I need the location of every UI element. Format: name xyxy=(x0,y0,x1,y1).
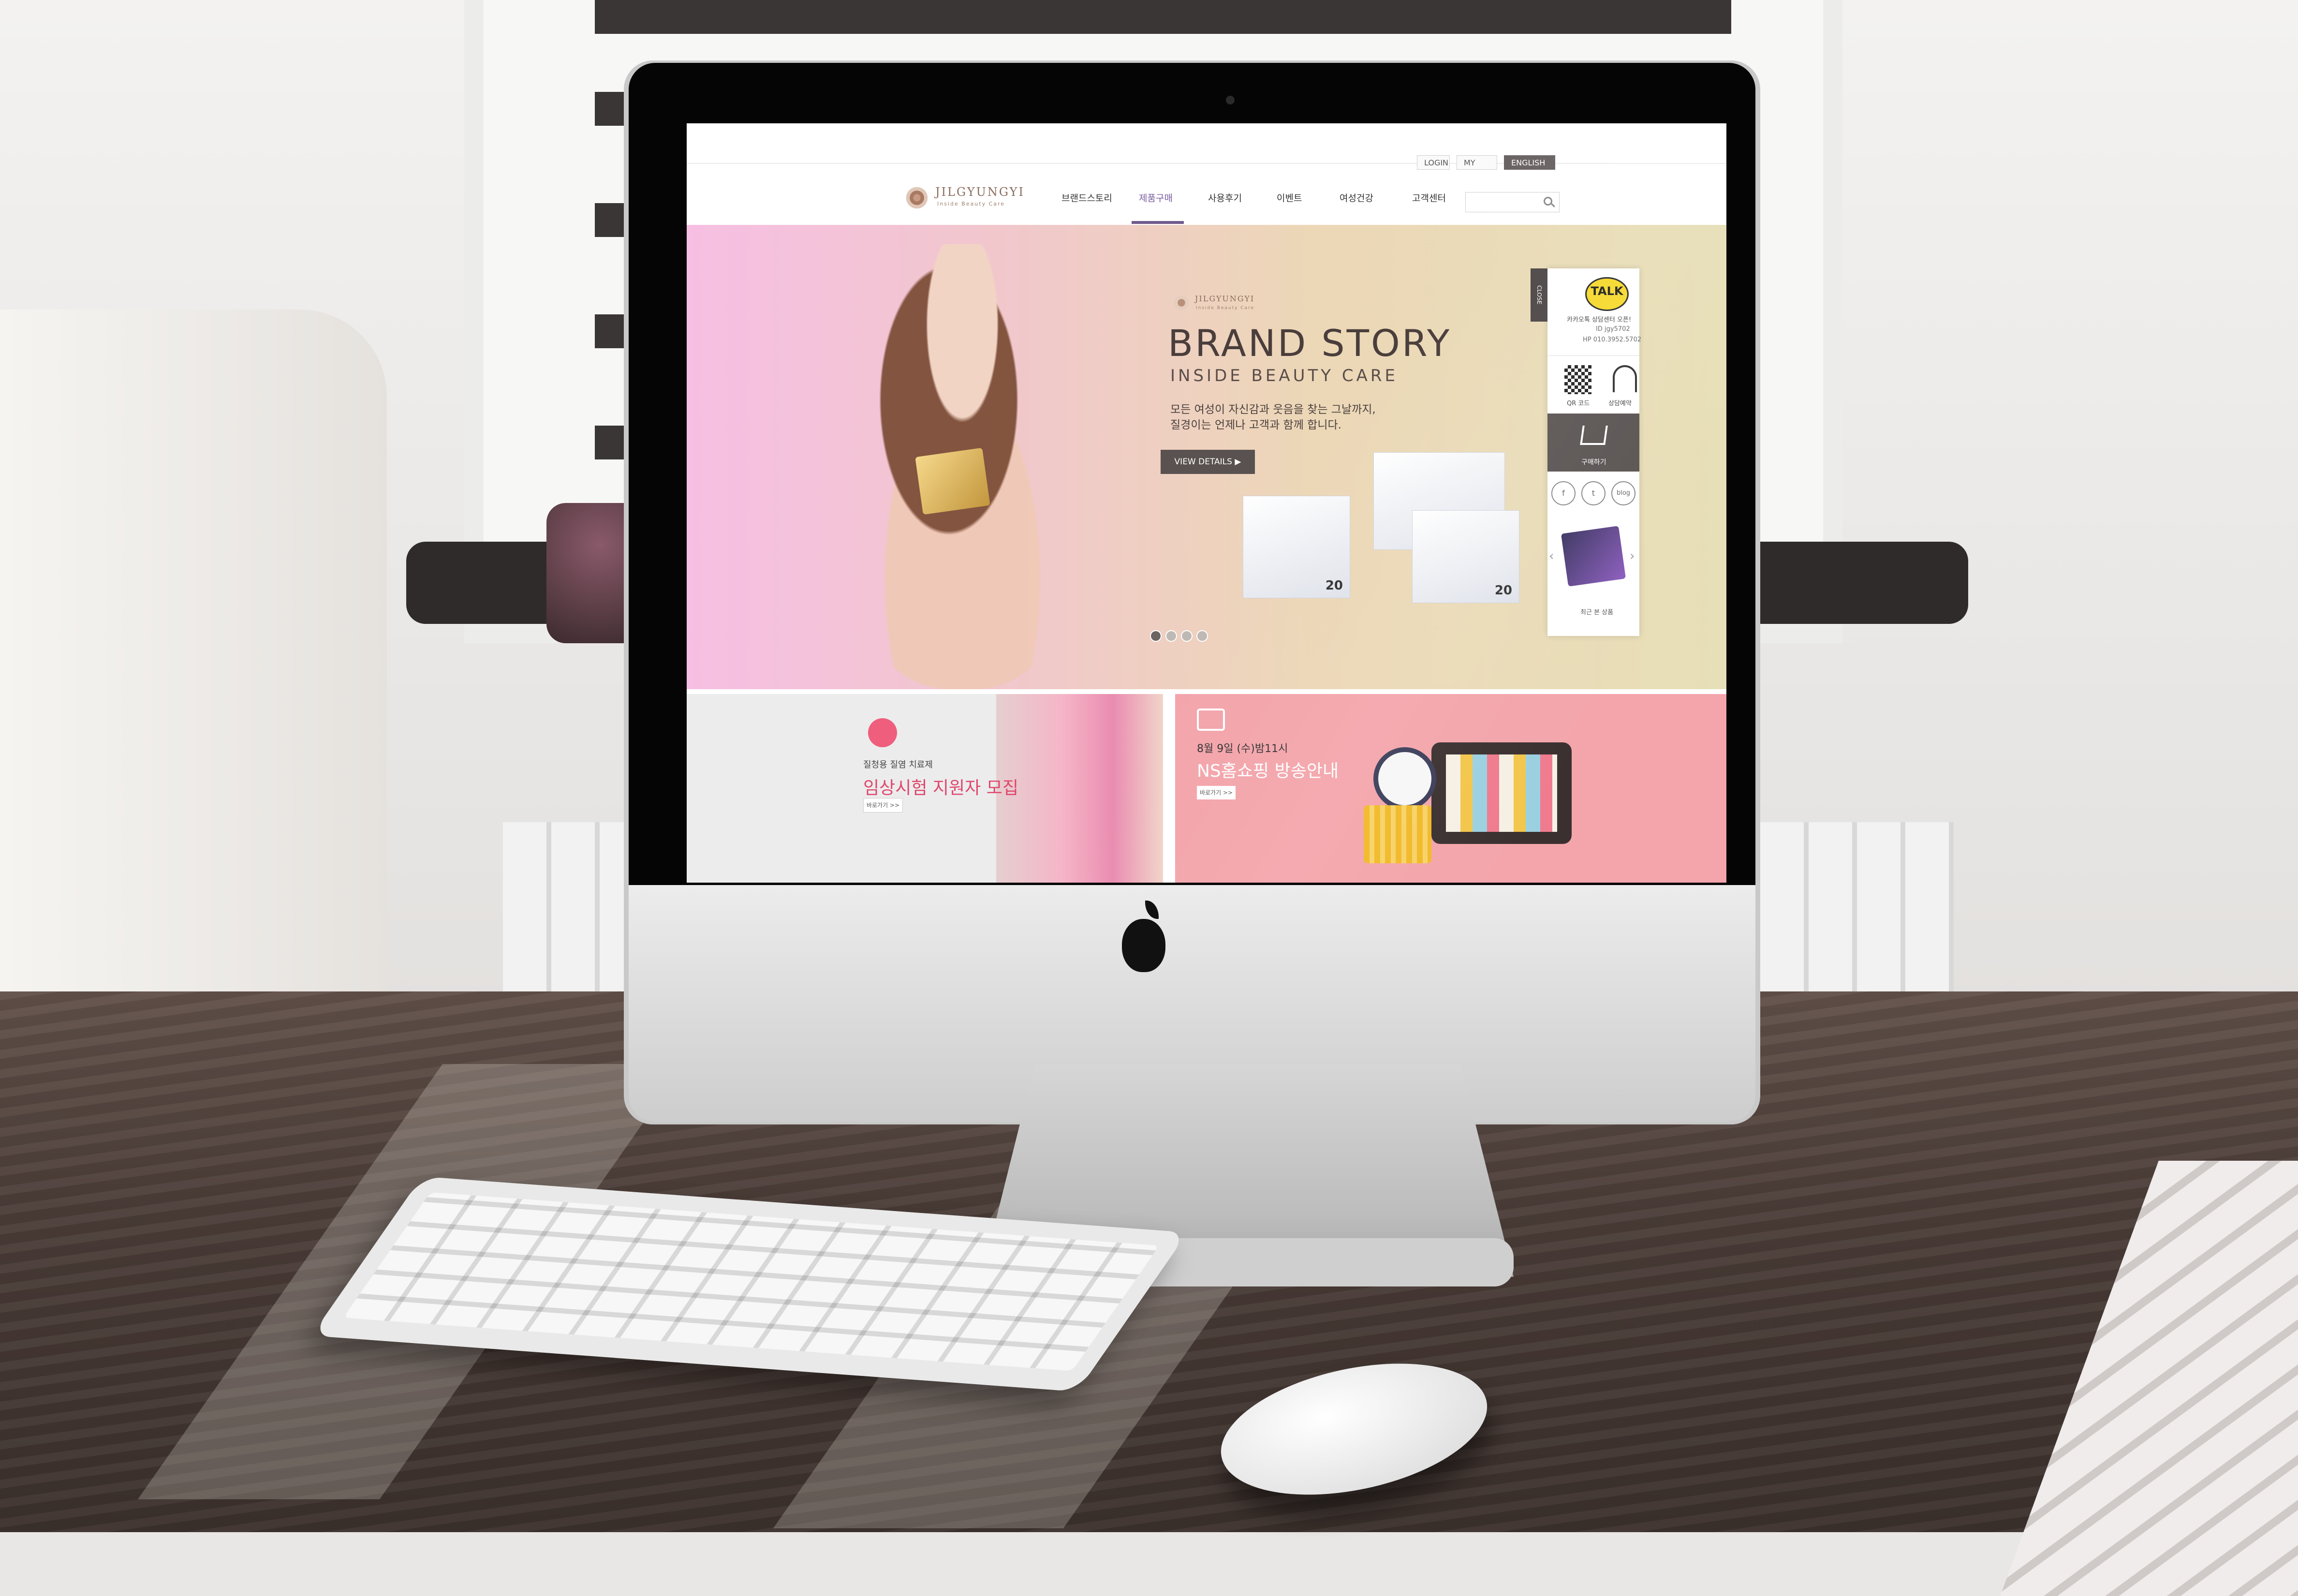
view-details-button[interactable]: VIEW DETAILS ▶ xyxy=(1161,450,1255,474)
hero-description-line2: 질경이는 언제나 고객과 함께 합니다. xyxy=(1170,419,1341,431)
product-card-image xyxy=(915,447,990,515)
shopping-basket-icon xyxy=(1364,805,1431,863)
hero-description-line1: 모든 여성이 자신감과 웃음을 찾는 그날까지, xyxy=(1170,403,1376,416)
tv-play-icon xyxy=(1197,709,1225,731)
facebook-icon[interactable]: f xyxy=(1551,481,1576,505)
divider xyxy=(1547,355,1639,356)
chair xyxy=(0,310,387,1083)
broadcast-link-button[interactable]: 바로가기 >> xyxy=(1197,786,1236,799)
product-box-image: 20 xyxy=(1412,510,1519,603)
box-count-label: 20 xyxy=(1494,583,1512,598)
logo-flower-icon xyxy=(1173,294,1190,311)
headset-icon[interactable] xyxy=(1613,365,1637,392)
website-screen: LOGIN MY PAGE ENGLISH ▼ JILGYUNGYI Insid… xyxy=(687,123,1726,883)
banner-photo xyxy=(996,694,1163,883)
nav-customer-center[interactable]: 고객센터 xyxy=(1412,191,1446,204)
recent-product-image[interactable] xyxy=(1561,526,1626,587)
blog-icon[interactable]: blog xyxy=(1611,481,1635,505)
consultation-label[interactable]: 상담예약 xyxy=(1608,398,1632,407)
hero-logo-wordmark: JILGYUNGYI xyxy=(1195,294,1255,303)
nav-brand-story[interactable]: 브랜드스토리 xyxy=(1061,191,1112,204)
slide-pager-dot[interactable] xyxy=(1196,630,1208,642)
clinical-trial-title: 임상시험 지원자 모집 xyxy=(863,778,1018,798)
broadcast-title: NS홈쇼핑 방송안내 xyxy=(1197,761,1339,781)
clinical-trial-caption: 질청용 질염 치료제 xyxy=(863,760,933,770)
kakao-id: ID jgy5702 xyxy=(1596,325,1630,333)
twitter-icon[interactable]: t xyxy=(1581,481,1606,505)
slide-pager-dot[interactable] xyxy=(1150,630,1162,642)
nav-events[interactable]: 이벤트 xyxy=(1277,191,1302,204)
logo-flower-icon xyxy=(904,185,929,210)
quick-menu-close-tab[interactable]: CLOSE xyxy=(1531,268,1547,322)
window-blind xyxy=(595,0,1731,34)
nav-active-indicator xyxy=(1132,221,1184,224)
clinical-trial-link-button[interactable]: 바로가기 >> xyxy=(863,798,903,813)
nav-reviews[interactable]: 사용후기 xyxy=(1208,191,1242,204)
qr-code-icon[interactable] xyxy=(1564,365,1591,394)
qr-code-label[interactable]: QR 코드 xyxy=(1567,398,1590,407)
slide-pager-dot[interactable] xyxy=(1165,630,1177,642)
contact-phone: HP 010.3952.5702 xyxy=(1583,336,1641,343)
broadcast-date: 8월 9일 (수)밤11시 xyxy=(1197,743,1288,755)
hero-subtitle: INSIDE BEAUTY CARE xyxy=(1170,366,1398,385)
mypage-button[interactable]: MY PAGE xyxy=(1457,155,1497,182)
chevron-right-icon[interactable]: › xyxy=(1630,549,1635,563)
hero-title: BRAND STORY xyxy=(1168,322,1452,365)
apple-logo-icon xyxy=(1122,901,1165,972)
login-button[interactable]: LOGIN xyxy=(1417,155,1450,170)
slide-pager-dot[interactable] xyxy=(1181,630,1193,642)
logo-wordmark: JILGYUNGYI xyxy=(935,185,1025,199)
recent-products-label: 최근 본 상품 xyxy=(1580,609,1614,616)
kakaotalk-label[interactable]: TALK xyxy=(1587,284,1627,298)
box-count-label: 20 xyxy=(1325,578,1343,593)
site-logo[interactable]: JILGYUNGYI Inside Beauty Care xyxy=(904,182,1023,213)
language-select[interactable]: ENGLISH ▼ xyxy=(1504,155,1555,182)
product-box-image: 20 xyxy=(1243,496,1350,598)
divider xyxy=(687,163,1726,164)
kakao-open-notice: 카카오톡 상담센터 오픈! xyxy=(1567,316,1632,324)
tv-screen-illustration xyxy=(1446,754,1557,832)
hero-logo: JILGYUNGYI Inside Beauty Care xyxy=(1173,290,1269,319)
purchase-label: 구매하기 xyxy=(1581,458,1606,466)
nav-product-purchase[interactable]: 제품구매 xyxy=(1139,191,1173,204)
camera-icon xyxy=(1226,96,1235,104)
hero-logo-tagline: Inside Beauty Care xyxy=(1196,306,1255,310)
shopping-cart-icon xyxy=(1580,426,1608,445)
clock-icon xyxy=(1373,747,1436,810)
logo-tagline: Inside Beauty Care xyxy=(937,201,1005,207)
search-icon[interactable] xyxy=(1544,197,1552,206)
chevron-left-icon[interactable]: ‹ xyxy=(1549,549,1554,563)
utility-bar xyxy=(687,123,1726,177)
nav-womens-health[interactable]: 여성건강 xyxy=(1340,191,1373,204)
site-header: JILGYUNGYI Inside Beauty Care 브랜드스토리 제품구… xyxy=(687,172,1726,225)
